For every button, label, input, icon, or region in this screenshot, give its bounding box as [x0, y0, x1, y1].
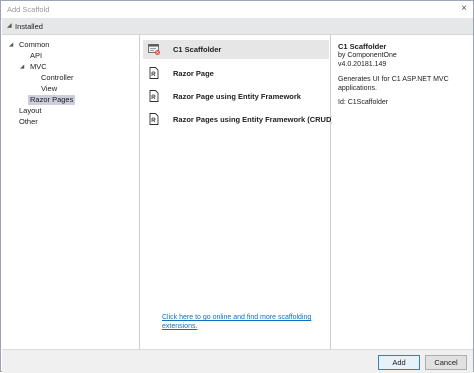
page-crud-icon	[149, 113, 159, 125]
title-bar: Add Scaffold ×	[1, 1, 473, 19]
scaffolder-label: Razor Page	[173, 69, 214, 78]
installed-label: Installed	[15, 22, 43, 31]
add-scaffold-dialog: Add Scaffold × ◢ Installed ◢ Common API …	[0, 0, 474, 373]
scaffolder-list: C1 Scaffolder Razor Page Razor Page usin…	[140, 35, 334, 349]
cancel-button[interactable]: Cancel	[425, 355, 467, 370]
collapse-arrow-icon[interactable]: ◢	[7, 22, 12, 29]
tree-item-common[interactable]: Common	[19, 40, 49, 50]
tree-item-api[interactable]: API	[30, 51, 42, 61]
scaffolder-label: C1 Scaffolder	[173, 45, 222, 54]
category-tree: ◢ Common API ◢ MVC Controller View Razor…	[2, 35, 140, 349]
scaffolder-label: Razor Pages using Entity Framework (CRUD…	[173, 115, 334, 124]
list-item-c1-scaffolder[interactable]: C1 Scaffolder	[143, 40, 329, 59]
scaffolder-label: Razor Page using Entity Framework	[173, 92, 301, 101]
c1-scaffolder-icon	[148, 44, 160, 55]
details-panel: C1 Scaffolder by ComponentOne v4.0.20181…	[332, 35, 473, 349]
list-item-razor-page[interactable]: Razor Page	[143, 64, 329, 83]
tree-item-razor-pages[interactable]: Razor Pages	[28, 95, 76, 105]
list-item-razor-pages-crud[interactable]: Razor Pages using Entity Framework (CRUD…	[143, 110, 334, 129]
close-icon[interactable]: ×	[461, 3, 467, 14]
details-author: by ComponentOne	[338, 52, 397, 59]
page-ef-icon	[149, 90, 159, 102]
details-description: Generates UI for C1 ASP.NET MVC applicat…	[338, 76, 449, 92]
footer-bar: Add Cancel	[2, 349, 473, 373]
page-icon	[149, 67, 159, 79]
tree-item-layout[interactable]: Layout	[19, 106, 42, 116]
tree-item-view[interactable]: View	[41, 84, 57, 94]
list-item-razor-page-ef[interactable]: Razor Page using Entity Framework	[143, 87, 329, 106]
details-title: C1 Scaffolder	[338, 42, 387, 51]
add-button[interactable]: Add	[378, 355, 420, 370]
expand-arrow-icon[interactable]: ◢	[20, 64, 24, 70]
online-scaffolding-link[interactable]: Click here to go online and find more sc…	[162, 313, 332, 331]
installed-category-bar[interactable]: ◢ Installed	[2, 19, 473, 35]
details-version: v4.0.20181.149	[338, 61, 387, 68]
tree-item-other[interactable]: Other	[19, 117, 38, 127]
details-id: Id: C1Scaffolder	[338, 99, 389, 106]
tree-item-mvc[interactable]: MVC	[30, 62, 47, 72]
expand-arrow-icon[interactable]: ◢	[9, 42, 13, 48]
window-title: Add Scaffold	[7, 5, 50, 14]
tree-item-controller[interactable]: Controller	[41, 73, 74, 83]
